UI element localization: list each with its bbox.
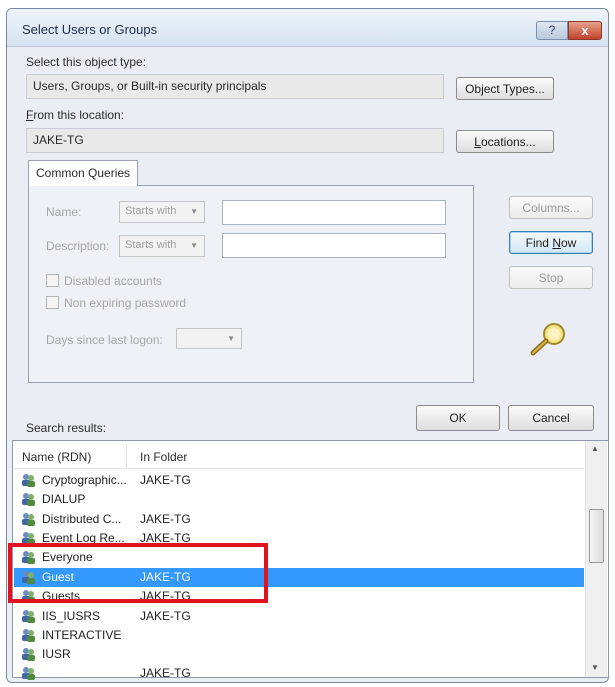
row-folder: JAKE-TG: [140, 473, 191, 487]
location-label: From this location:: [26, 108, 124, 122]
column-header-name[interactable]: Name (RDN): [14, 445, 127, 469]
row-name: INTERACTIVE: [42, 628, 122, 642]
row-folder: JAKE-TG: [140, 512, 191, 526]
name-operator-select[interactable]: Starts with ▼: [119, 201, 205, 223]
help-button[interactable]: ?: [536, 21, 568, 40]
disabled-accounts-label: Disabled accounts: [64, 274, 163, 288]
group-icon: [21, 492, 36, 506]
table-row[interactable]: JAKE-TG: [14, 664, 584, 683]
locations-button[interactable]: Locations...: [456, 130, 554, 153]
locations-button-accel: L: [474, 135, 481, 149]
location-field: JAKE-TG: [26, 128, 444, 153]
chevron-down-icon: ▼: [227, 334, 235, 343]
table-row[interactable]: DIALUP: [14, 490, 584, 509]
scroll-down-icon[interactable]: ▼: [591, 663, 599, 672]
table-row[interactable]: INTERACTIVE: [14, 626, 584, 645]
search-results-label: Search results:: [26, 421, 107, 435]
results-scrollbar[interactable]: ▲ ▼: [585, 441, 607, 677]
tab-common-queries[interactable]: Common Queries: [28, 160, 138, 186]
table-row[interactable]: IIS_IUSRS JAKE-TG: [14, 607, 584, 626]
columns-button[interactable]: Columns...: [509, 196, 593, 219]
description-operator-value: Starts with: [125, 239, 177, 251]
search-icon: [528, 318, 572, 358]
chevron-down-icon: ▼: [190, 207, 198, 216]
description-operator-select[interactable]: Starts with ▼: [119, 235, 205, 257]
column-header-folder[interactable]: In Folder: [128, 445, 584, 469]
table-row[interactable]: Distributed C... JAKE-TG: [14, 510, 584, 529]
days-since-last-logon-label: Days since last logon:: [46, 333, 163, 347]
non-expiring-password-label: Non expiring password: [64, 296, 187, 310]
locations-button-text: ocations...: [480, 135, 536, 149]
row-name: DIALUP: [42, 492, 86, 506]
table-row[interactable]: Cryptographic... JAKE-TG: [14, 471, 584, 490]
find-now-accel: N: [552, 236, 561, 250]
stop-button[interactable]: Stop: [509, 266, 593, 289]
close-button[interactable]: x: [568, 21, 602, 40]
name-label: Name:: [46, 205, 82, 219]
scroll-up-icon[interactable]: ▲: [591, 444, 599, 453]
cancel-button[interactable]: Cancel: [508, 405, 594, 431]
group-icon: [21, 473, 36, 487]
group-icon: [21, 666, 36, 680]
object-type-label: Select this object type:: [26, 55, 147, 69]
non-expiring-password-checkbox[interactable]: [46, 296, 59, 309]
row-folder: JAKE-TG: [140, 666, 191, 680]
group-icon: [21, 609, 36, 623]
object-types-button-label: Object Types...: [465, 82, 545, 96]
name-operator-value: Starts with: [125, 205, 177, 217]
description-label: Description:: [46, 239, 110, 253]
dialog-title: Select Users or Groups: [22, 22, 158, 37]
name-input[interactable]: [222, 200, 446, 225]
group-icon: [21, 647, 36, 661]
disabled-accounts-checkbox[interactable]: [46, 274, 59, 287]
ok-button[interactable]: OK: [416, 405, 500, 431]
table-row[interactable]: IUSR: [14, 645, 584, 664]
find-now-text-b: ow: [561, 236, 577, 250]
description-input[interactable]: [222, 233, 446, 258]
object-type-field: Users, Groups, or Built-in security prin…: [26, 74, 444, 99]
row-name: IUSR: [42, 647, 71, 661]
chevron-down-icon: ▼: [190, 241, 198, 250]
scrollbar-thumb[interactable]: [589, 509, 604, 563]
row-name: Cryptographic...: [42, 473, 127, 487]
highlight-box: [8, 543, 268, 603]
row-folder: JAKE-TG: [140, 609, 191, 623]
row-name: IIS_IUSRS: [42, 609, 101, 623]
location-label-text: rom this location:: [33, 108, 125, 122]
find-now-text-a: Find: [525, 236, 553, 250]
group-icon: [21, 628, 36, 642]
group-icon: [21, 512, 36, 526]
row-name: Distributed C...: [42, 512, 122, 526]
object-types-button[interactable]: Object Types...: [456, 77, 554, 100]
find-now-button[interactable]: Find Now: [509, 231, 593, 254]
days-since-last-logon-select[interactable]: ▼: [176, 328, 242, 349]
